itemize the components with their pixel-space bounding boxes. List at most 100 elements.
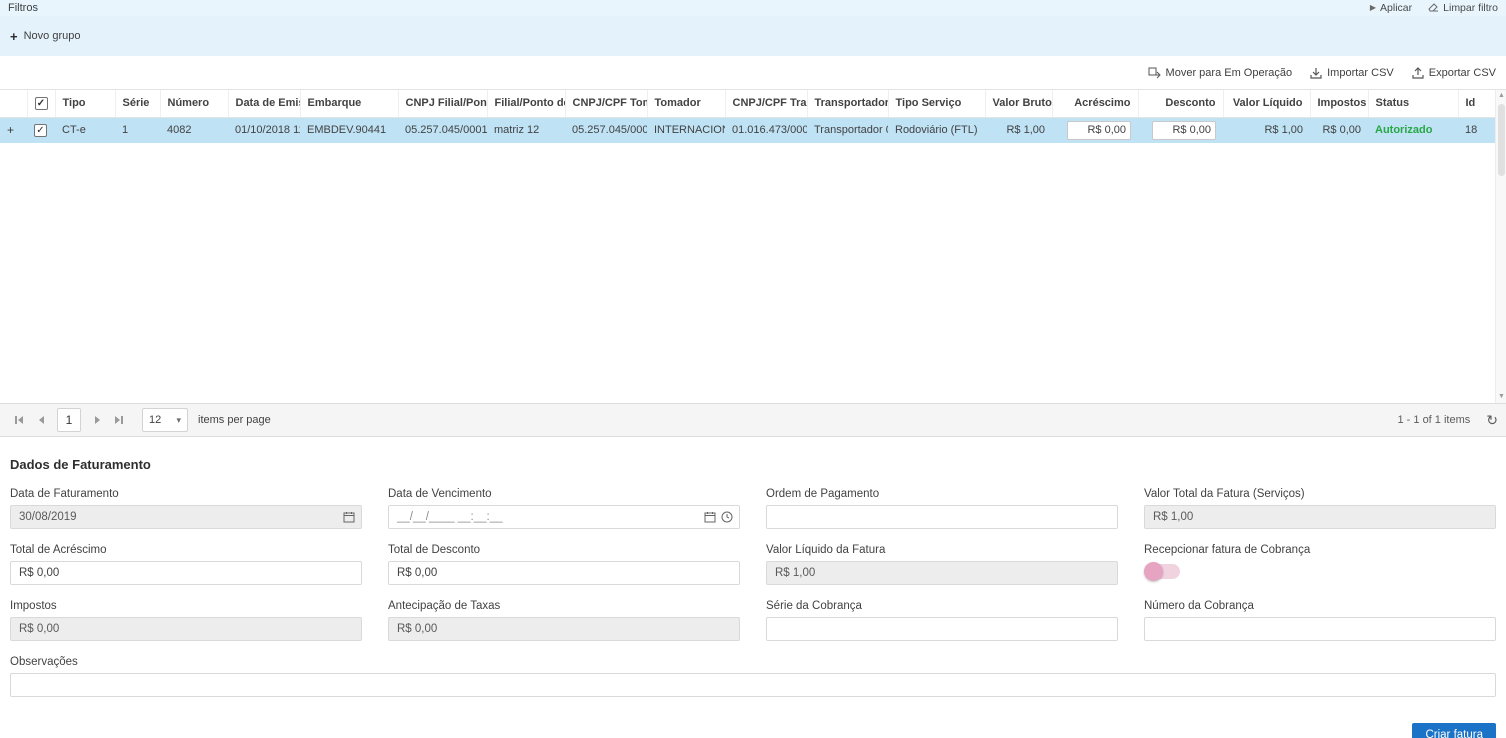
- cell-transportador: Transportador 01: [807, 117, 888, 143]
- cell-data-emissao: 01/10/2018 11:07: [228, 117, 300, 143]
- col-header-impostos[interactable]: Impostos: [1310, 90, 1368, 117]
- col-header-id[interactable]: Id: [1458, 90, 1495, 117]
- clock-icon[interactable]: [721, 511, 733, 523]
- ordem-pagamento-input[interactable]: [766, 505, 1118, 529]
- col-header-cnpj-transportador[interactable]: CNPJ/CPF Transp...: [725, 90, 807, 117]
- cell-cnpj-transportador: 01.016.473/0001-40: [725, 117, 807, 143]
- page-size-dropdown[interactable]: 12 ▾: [142, 408, 188, 432]
- col-header-select-all[interactable]: ✓: [27, 90, 55, 117]
- last-page-button[interactable]: [108, 409, 130, 431]
- select-all-checkbox[interactable]: ✓: [35, 97, 48, 110]
- export-csv-icon: [1412, 67, 1424, 79]
- apply-filter-button[interactable]: ▶ Aplicar: [1370, 2, 1412, 14]
- data-vencimento-input[interactable]: [388, 505, 740, 529]
- filters-title: Filtros: [8, 2, 38, 14]
- serie-cobranca-input[interactable]: [766, 617, 1118, 641]
- grid-toolbar: Mover para Em Operação Importar CSV Expo…: [0, 56, 1506, 89]
- col-header-desconto[interactable]: Desconto: [1138, 90, 1223, 117]
- cell-acrescimo: [1052, 117, 1138, 143]
- cell-embarque: EMBDEV.90441: [300, 117, 398, 143]
- col-header-acrescimo[interactable]: Acréscimo: [1052, 90, 1138, 117]
- col-header-cnpj-tomador[interactable]: CNPJ/CPF Tomador: [565, 90, 647, 117]
- col-header-valor-liquido[interactable]: Valor Líquido: [1223, 90, 1310, 117]
- field-valor-total: Valor Total da Fatura (Serviços): [1144, 488, 1496, 529]
- cell-tipo: CT-e: [55, 117, 115, 143]
- calendar-icon[interactable]: [343, 511, 355, 523]
- field-total-desconto: Total de Desconto: [388, 544, 740, 585]
- row-expand-button[interactable]: +: [0, 117, 27, 143]
- next-page-button[interactable]: [86, 409, 108, 431]
- col-header-tipo[interactable]: Tipo: [55, 90, 115, 117]
- total-desconto-input[interactable]: [388, 561, 740, 585]
- scroll-up-icon[interactable]: ▲: [1496, 91, 1506, 101]
- import-csv-button[interactable]: Importar CSV: [1310, 67, 1394, 79]
- cell-serie: 1: [115, 117, 160, 143]
- items-per-page-label: items per page: [198, 414, 271, 426]
- move-to-operation-label: Mover para Em Operação: [1166, 67, 1293, 79]
- row-select-cell[interactable]: ✓: [27, 117, 55, 143]
- antecipacao-taxas-input: [388, 617, 740, 641]
- create-invoice-button[interactable]: Criar fatura: [1412, 723, 1496, 738]
- page-size-value: 12: [149, 414, 161, 426]
- cell-valor-liquido: R$ 1,00: [1223, 117, 1310, 143]
- col-header-cnpj-filial[interactable]: CNPJ Filial/Ponto de ...: [398, 90, 487, 117]
- field-observacoes: Observações: [10, 656, 1496, 697]
- impostos-label: Impostos: [10, 600, 362, 612]
- field-impostos: Impostos: [10, 600, 362, 641]
- toggle-knob: [1144, 562, 1163, 581]
- check-icon: ✓: [37, 98, 45, 109]
- col-header-status[interactable]: Status: [1368, 90, 1458, 117]
- field-antecipacao-taxas: Antecipação de Taxas: [388, 600, 740, 641]
- grid-vertical-scrollbar[interactable]: ▲ ▼: [1495, 90, 1506, 403]
- export-csv-button[interactable]: Exportar CSV: [1412, 67, 1496, 79]
- col-header-tipo-servico[interactable]: Tipo Serviço: [888, 90, 985, 117]
- chevron-down-icon: ▾: [176, 415, 181, 426]
- row-checkbox[interactable]: ✓: [34, 124, 47, 137]
- recepcionar-cobranca-label: Recepcionar fatura de Cobrança: [1144, 544, 1496, 556]
- check-icon: ✓: [36, 125, 44, 136]
- col-header-data-emissao[interactable]: Data de Emiss...: [228, 90, 300, 117]
- first-page-icon: [18, 416, 23, 424]
- expand-plus-icon: +: [7, 123, 14, 137]
- grid-header-row: ✓ Tipo Série Número Data de Emiss... Emb…: [0, 90, 1495, 117]
- col-header-serie[interactable]: Série: [115, 90, 160, 117]
- grid-row[interactable]: + ✓ CT-e 1 4082 01/10/2018 11:07 EMBDEV.…: [0, 117, 1495, 143]
- field-data-faturamento: Data de Faturamento: [10, 488, 362, 529]
- valor-liquido-label: Valor Líquido da Fatura: [766, 544, 1118, 556]
- calendar-icon[interactable]: [704, 511, 716, 523]
- scrollbar-thumb[interactable]: [1498, 104, 1505, 176]
- cell-numero: 4082: [160, 117, 228, 143]
- col-header-tomador[interactable]: Tomador: [647, 90, 725, 117]
- col-header-expand: [0, 90, 27, 117]
- import-csv-icon: [1310, 67, 1322, 79]
- numero-cobranca-input[interactable]: [1144, 617, 1496, 641]
- col-header-embarque[interactable]: Embarque: [300, 90, 398, 117]
- total-acrescimo-input[interactable]: [10, 561, 362, 585]
- scroll-down-icon[interactable]: ▼: [1496, 392, 1506, 402]
- first-page-button[interactable]: [8, 409, 30, 431]
- col-header-valor-bruto[interactable]: Valor Bruto: [985, 90, 1052, 117]
- pager: 1 12 ▾ items per page 1 - 1 of 1 items ↻: [0, 403, 1506, 437]
- data-faturamento-input[interactable]: [10, 505, 362, 529]
- acrescimo-input[interactable]: [1067, 121, 1131, 140]
- new-group-button[interactable]: + Novo grupo: [10, 30, 80, 43]
- field-ordem-pagamento: Ordem de Pagamento: [766, 488, 1118, 529]
- new-group-label: Novo grupo: [24, 30, 81, 42]
- observacoes-input[interactable]: [10, 673, 1496, 697]
- prev-page-button[interactable]: [30, 409, 52, 431]
- recepcionar-cobranca-toggle[interactable]: [1144, 564, 1180, 579]
- prev-page-icon: [39, 416, 44, 424]
- valor-liquido-input: [766, 561, 1118, 585]
- move-to-operation-icon: [1148, 67, 1161, 79]
- current-page-button[interactable]: 1: [57, 408, 81, 432]
- col-header-numero[interactable]: Número: [160, 90, 228, 117]
- clear-filter-button[interactable]: Limpar filtro: [1428, 1, 1498, 15]
- refresh-icon[interactable]: ↻: [1486, 412, 1498, 429]
- cell-tipo-servico: Rodoviário (FTL): [888, 117, 985, 143]
- apply-play-icon: ▶: [1370, 4, 1376, 12]
- filters-header: Filtros ▶ Aplicar Limpar filtro: [0, 0, 1506, 16]
- col-header-transportador[interactable]: Transportador: [807, 90, 888, 117]
- desconto-input[interactable]: [1152, 121, 1216, 140]
- move-to-operation-button[interactable]: Mover para Em Operação: [1148, 67, 1293, 79]
- col-header-filial[interactable]: Filial/Ponto de O...: [487, 90, 565, 117]
